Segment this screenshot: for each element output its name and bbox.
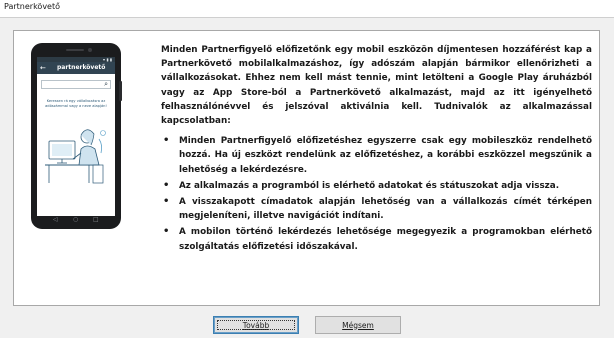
bullet-icon: • xyxy=(163,226,170,238)
person-at-desk-illustration xyxy=(45,129,106,184)
phone-nav-bar: ◁ ○ □ xyxy=(31,216,121,226)
focus-rectangle xyxy=(217,320,295,330)
nav-back-icon: ◁ xyxy=(53,216,58,223)
app-search-box: ⌕ xyxy=(41,80,111,89)
bullet-icon: • xyxy=(163,179,170,191)
nav-home-icon: ○ xyxy=(73,216,79,223)
list-item-text: A mobilon történő lekérdezés lehetősége … xyxy=(179,227,592,252)
bullet-icon: • xyxy=(163,135,170,147)
app-header: ← partnerkövető xyxy=(37,62,115,74)
cancel-button[interactable]: Mégsem xyxy=(315,316,401,334)
title-bar: Partnerkövető xyxy=(0,0,614,18)
window-title: Partnerkövető xyxy=(4,2,61,11)
phone-screen: ▾ ▮ ▮ ← partnerkövető ⌕ Keressen rá egy … xyxy=(37,57,115,216)
app-logo: partnerkövető xyxy=(57,64,106,71)
next-button[interactable]: Tovább xyxy=(213,316,299,334)
list-item-text: A visszakapott címadatok alapján lehetős… xyxy=(179,197,592,222)
search-icon: ⌕ xyxy=(104,80,108,88)
phone-illustration: ▾ ▮ ▮ ← partnerkövető ⌕ Keressen rá egy … xyxy=(31,43,122,229)
list-item-text: Az alkalmazás a programból is elérhető a… xyxy=(179,180,560,191)
bullet-icon: • xyxy=(163,196,170,208)
notes-list: • Minden Partnerfigyelő előfizetéshez egy… xyxy=(161,134,592,254)
intro-paragraph: Minden Partnerfigyelő előfizetőnk egy mo… xyxy=(161,45,592,127)
list-item: • Minden Partnerfigyelő előfizetéshez egy… xyxy=(161,134,592,177)
back-arrow-icon: ← xyxy=(40,64,46,72)
content-panel: ▾ ▮ ▮ ← partnerkövető ⌕ Keressen rá egy … xyxy=(13,30,600,306)
list-item: • A mobilon történő lekérdezés lehetősége… xyxy=(161,225,592,253)
list-item-text: Minden Partnerfigyelő előfizetéshez egys… xyxy=(179,136,592,175)
nav-recents-icon: □ xyxy=(93,216,99,223)
cancel-button-label: Mégsem xyxy=(342,320,374,330)
app-hint-text: Keressen rá egy vállalkozásra az adószám… xyxy=(45,99,107,108)
info-text: Minden Partnerfigyelő előfizetőnk egy mo… xyxy=(161,43,592,256)
list-item: • A visszakapott címadatok alapján lehető… xyxy=(161,195,592,223)
phone-side-button xyxy=(119,81,122,101)
list-item: • Az alkalmazás a programból is elérhető … xyxy=(161,179,592,193)
phone-camera xyxy=(88,48,92,52)
phone-speaker xyxy=(66,49,84,51)
